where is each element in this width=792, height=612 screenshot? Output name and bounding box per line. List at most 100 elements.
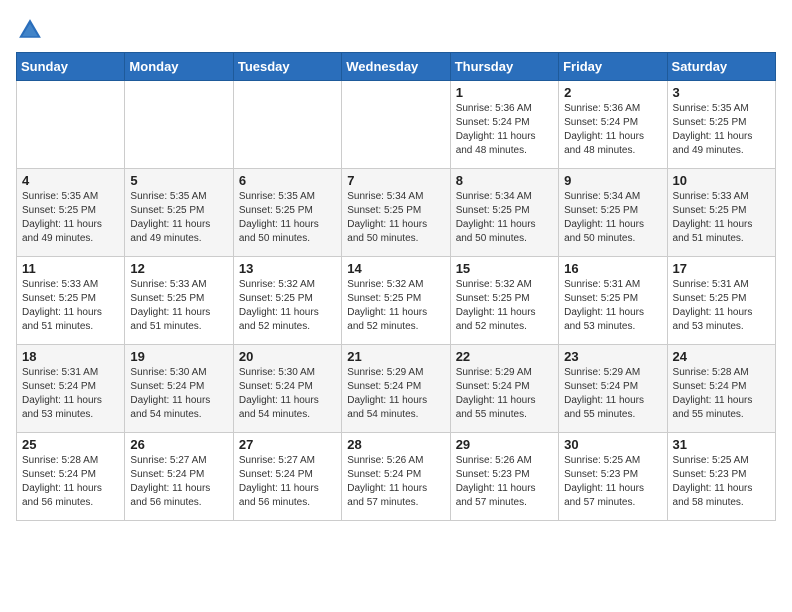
day-number: 21 (347, 349, 444, 364)
calendar-cell: 7 Sunrise: 5:34 AMSunset: 5:25 PMDaylight… (342, 169, 450, 257)
weekday-header: Thursday (450, 53, 558, 81)
day-number: 15 (456, 261, 553, 276)
day-number: 29 (456, 437, 553, 452)
calendar-cell: 6 Sunrise: 5:35 AMSunset: 5:25 PMDaylight… (233, 169, 341, 257)
day-info: Sunrise: 5:30 AMSunset: 5:24 PMDaylight:… (239, 366, 336, 422)
day-number: 10 (673, 173, 770, 188)
day-info: Sunrise: 5:31 AMSunset: 5:24 PMDaylight:… (22, 366, 119, 422)
calendar-cell: 5 Sunrise: 5:35 AMSunset: 5:25 PMDaylight… (125, 169, 233, 257)
day-number: 31 (673, 437, 770, 452)
day-info: Sunrise: 5:33 AMSunset: 5:25 PMDaylight:… (22, 278, 119, 334)
weekday-header: Wednesday (342, 53, 450, 81)
weekday-header: Monday (125, 53, 233, 81)
day-info: Sunrise: 5:25 AMSunset: 5:23 PMDaylight:… (564, 454, 661, 510)
day-info: Sunrise: 5:35 AMSunset: 5:25 PMDaylight:… (673, 102, 770, 158)
day-info: Sunrise: 5:34 AMSunset: 5:25 PMDaylight:… (347, 190, 444, 246)
day-info: Sunrise: 5:34 AMSunset: 5:25 PMDaylight:… (564, 190, 661, 246)
calendar-cell: 21 Sunrise: 5:29 AMSunset: 5:24 PMDayligh… (342, 345, 450, 433)
day-info: Sunrise: 5:29 AMSunset: 5:24 PMDaylight:… (564, 366, 661, 422)
day-info: Sunrise: 5:27 AMSunset: 5:24 PMDaylight:… (239, 454, 336, 510)
day-info: Sunrise: 5:35 AMSunset: 5:25 PMDaylight:… (22, 190, 119, 246)
calendar-week-row: 4 Sunrise: 5:35 AMSunset: 5:25 PMDaylight… (17, 169, 776, 257)
calendar-cell: 24 Sunrise: 5:28 AMSunset: 5:24 PMDayligh… (667, 345, 775, 433)
day-info: Sunrise: 5:36 AMSunset: 5:24 PMDaylight:… (456, 102, 553, 158)
day-number: 22 (456, 349, 553, 364)
day-number: 11 (22, 261, 119, 276)
day-number: 23 (564, 349, 661, 364)
calendar-cell (342, 81, 450, 169)
day-number: 5 (130, 173, 227, 188)
calendar-week-row: 18 Sunrise: 5:31 AMSunset: 5:24 PMDayligh… (17, 345, 776, 433)
calendar-cell: 23 Sunrise: 5:29 AMSunset: 5:24 PMDayligh… (559, 345, 667, 433)
calendar-cell: 27 Sunrise: 5:27 AMSunset: 5:24 PMDayligh… (233, 433, 341, 521)
day-number: 27 (239, 437, 336, 452)
day-number: 2 (564, 85, 661, 100)
calendar-cell: 12Sunrise: 5:33 AMSunset: 5:25 PMDayligh… (125, 257, 233, 345)
day-number: 16 (564, 261, 661, 276)
calendar-cell: 20 Sunrise: 5:30 AMSunset: 5:24 PMDayligh… (233, 345, 341, 433)
calendar-cell: 29Sunrise: 5:26 AMSunset: 5:23 PMDayligh… (450, 433, 558, 521)
day-info: Sunrise: 5:35 AMSunset: 5:25 PMDaylight:… (130, 190, 227, 246)
calendar-cell: 18 Sunrise: 5:31 AMSunset: 5:24 PMDayligh… (17, 345, 125, 433)
day-info: Sunrise: 5:29 AMSunset: 5:24 PMDaylight:… (456, 366, 553, 422)
day-number: 3 (673, 85, 770, 100)
day-number: 20 (239, 349, 336, 364)
calendar-cell: 22 Sunrise: 5:29 AMSunset: 5:24 PMDayligh… (450, 345, 558, 433)
day-info: Sunrise: 5:33 AMSunset: 5:25 PMDaylight:… (130, 278, 227, 334)
calendar-cell: 9 Sunrise: 5:34 AMSunset: 5:25 PMDaylight… (559, 169, 667, 257)
calendar-cell: 28 Sunrise: 5:26 AMSunset: 5:24 PMDayligh… (342, 433, 450, 521)
day-info: Sunrise: 5:27 AMSunset: 5:24 PMDaylight:… (130, 454, 227, 510)
day-number: 26 (130, 437, 227, 452)
day-number: 28 (347, 437, 444, 452)
calendar-cell: 15 Sunrise: 5:32 AMSunset: 5:25 PMDayligh… (450, 257, 558, 345)
day-info: Sunrise: 5:33 AMSunset: 5:25 PMDaylight:… (673, 190, 770, 246)
calendar-week-row: 1Sunrise: 5:36 AMSunset: 5:24 PMDaylight… (17, 81, 776, 169)
calendar-cell: 10 Sunrise: 5:33 AMSunset: 5:25 PMDayligh… (667, 169, 775, 257)
day-info: Sunrise: 5:36 AMSunset: 5:24 PMDaylight:… (564, 102, 661, 158)
day-info: Sunrise: 5:31 AMSunset: 5:25 PMDaylight:… (673, 278, 770, 334)
calendar-cell: 19Sunrise: 5:30 AMSunset: 5:24 PMDayligh… (125, 345, 233, 433)
day-number: 9 (564, 173, 661, 188)
day-number: 24 (673, 349, 770, 364)
day-info: Sunrise: 5:26 AMSunset: 5:24 PMDaylight:… (347, 454, 444, 510)
calendar-cell: 16 Sunrise: 5:31 AMSunset: 5:25 PMDayligh… (559, 257, 667, 345)
logo-icon (16, 16, 44, 44)
day-number: 6 (239, 173, 336, 188)
day-number: 13 (239, 261, 336, 276)
page-header (16, 16, 776, 44)
calendar-cell (233, 81, 341, 169)
calendar-week-row: 11 Sunrise: 5:33 AMSunset: 5:25 PMDayligh… (17, 257, 776, 345)
day-info: Sunrise: 5:34 AMSunset: 5:25 PMDaylight:… (456, 190, 553, 246)
weekday-header: Friday (559, 53, 667, 81)
calendar-cell: 31 Sunrise: 5:25 AMSunset: 5:23 PMDayligh… (667, 433, 775, 521)
day-number: 4 (22, 173, 119, 188)
calendar-cell: 1Sunrise: 5:36 AMSunset: 5:24 PMDaylight… (450, 81, 558, 169)
day-info: Sunrise: 5:32 AMSunset: 5:25 PMDaylight:… (239, 278, 336, 334)
calendar-cell: 14Sunrise: 5:32 AMSunset: 5:25 PMDayligh… (342, 257, 450, 345)
day-info: Sunrise: 5:31 AMSunset: 5:25 PMDaylight:… (564, 278, 661, 334)
day-number: 7 (347, 173, 444, 188)
weekday-header: Sunday (17, 53, 125, 81)
calendar-cell: 17 Sunrise: 5:31 AMSunset: 5:25 PMDayligh… (667, 257, 775, 345)
logo (16, 16, 48, 44)
calendar-cell: 13 Sunrise: 5:32 AMSunset: 5:25 PMDayligh… (233, 257, 341, 345)
calendar-week-row: 25Sunrise: 5:28 AMSunset: 5:24 PMDayligh… (17, 433, 776, 521)
day-info: Sunrise: 5:29 AMSunset: 5:24 PMDaylight:… (347, 366, 444, 422)
day-info: Sunrise: 5:25 AMSunset: 5:23 PMDaylight:… (673, 454, 770, 510)
day-info: Sunrise: 5:35 AMSunset: 5:25 PMDaylight:… (239, 190, 336, 246)
calendar-cell: 25Sunrise: 5:28 AMSunset: 5:24 PMDayligh… (17, 433, 125, 521)
day-info: Sunrise: 5:28 AMSunset: 5:24 PMDaylight:… (22, 454, 119, 510)
calendar-cell: 26 Sunrise: 5:27 AMSunset: 5:24 PMDayligh… (125, 433, 233, 521)
calendar-cell: 30 Sunrise: 5:25 AMSunset: 5:23 PMDayligh… (559, 433, 667, 521)
day-info: Sunrise: 5:32 AMSunset: 5:25 PMDaylight:… (456, 278, 553, 334)
day-number: 8 (456, 173, 553, 188)
calendar-table: SundayMondayTuesdayWednesdayThursdayFrid… (16, 52, 776, 521)
day-number: 30 (564, 437, 661, 452)
day-info: Sunrise: 5:28 AMSunset: 5:24 PMDaylight:… (673, 366, 770, 422)
calendar-cell (17, 81, 125, 169)
day-number: 17 (673, 261, 770, 276)
day-number: 18 (22, 349, 119, 364)
calendar-cell: 4 Sunrise: 5:35 AMSunset: 5:25 PMDaylight… (17, 169, 125, 257)
calendar-cell: 11 Sunrise: 5:33 AMSunset: 5:25 PMDayligh… (17, 257, 125, 345)
day-number: 14 (347, 261, 444, 276)
